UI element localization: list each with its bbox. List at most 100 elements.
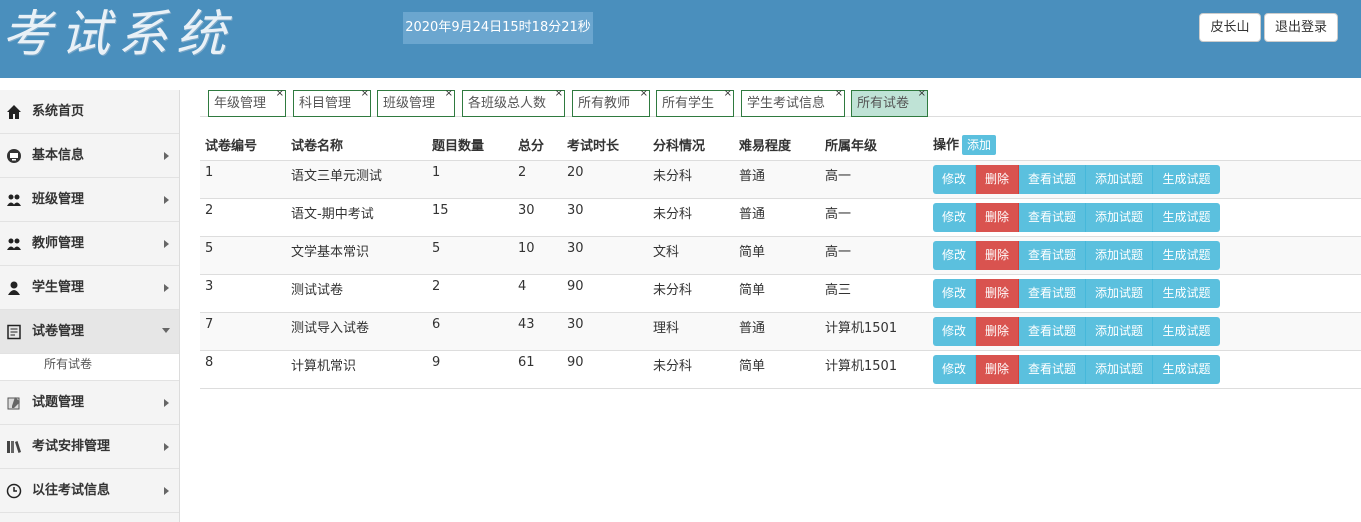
- sidebar-item-paper-management[interactable]: 试卷管理: [0, 310, 179, 354]
- close-icon[interactable]: ×: [555, 84, 563, 104]
- sidebar-item-past-exams[interactable]: 以往考试信息: [0, 469, 179, 513]
- action-button-group: 修改 删除 查看试题 添加试题 生成试题: [933, 202, 1220, 232]
- sidebar-item-student-management[interactable]: 学生管理: [0, 266, 179, 310]
- edit-button[interactable]: 修改: [933, 240, 976, 270]
- sidebar-subitem-all-papers[interactable]: 所有试卷: [0, 354, 179, 381]
- logout-button[interactable]: 退出登录: [1264, 13, 1338, 42]
- view-questions-button[interactable]: 查看试题: [1019, 240, 1086, 270]
- edit-button[interactable]: 修改: [933, 164, 976, 194]
- edit-button[interactable]: 修改: [933, 354, 976, 384]
- tab-label: 所有学生: [662, 96, 715, 111]
- sidebar: 系统首页 基本信息 班级管理 教师管理 学生管理 试卷管理 所有试卷 试题管理 …: [0, 90, 180, 522]
- generate-questions-button[interactable]: 生成试题: [1153, 240, 1220, 270]
- table-cell: 普通: [734, 312, 820, 351]
- tab-class-management[interactable]: 班级管理 ×: [377, 88, 455, 117]
- add-questions-button[interactable]: 添加试题: [1086, 240, 1153, 270]
- add-questions-button[interactable]: 添加试题: [1086, 278, 1153, 308]
- generate-questions-button[interactable]: 生成试题: [1153, 354, 1220, 384]
- view-questions-button[interactable]: 查看试题: [1019, 202, 1086, 232]
- table-cell: 简单: [734, 236, 820, 275]
- chevron-right-icon: [164, 284, 169, 292]
- tab-subject-management[interactable]: 科目管理 ×: [293, 88, 371, 117]
- delete-button[interactable]: 删除: [976, 278, 1019, 308]
- delete-button[interactable]: 删除: [976, 202, 1019, 232]
- view-questions-button[interactable]: 查看试题: [1019, 164, 1086, 194]
- table-cell: 15: [427, 198, 513, 237]
- sidebar-item-class-management[interactable]: 班级管理: [0, 178, 179, 222]
- table-cell: 61: [513, 350, 562, 389]
- delete-button[interactable]: 删除: [976, 164, 1019, 194]
- tab-all-students[interactable]: 所有学生 ×: [656, 88, 734, 117]
- chevron-right-icon: [164, 152, 169, 160]
- sidebar-item-label: 班级管理: [32, 192, 85, 207]
- add-questions-button[interactable]: 添加试题: [1086, 316, 1153, 346]
- monitor-icon: [7, 149, 21, 163]
- chevron-right-icon: [164, 240, 169, 248]
- add-questions-button[interactable]: 添加试题: [1086, 202, 1153, 232]
- sidebar-item-question-management[interactable]: 试题管理: [0, 381, 179, 425]
- edit-button[interactable]: 修改: [933, 316, 976, 346]
- sidebar-item-basic-info[interactable]: 基本信息: [0, 134, 179, 178]
- column-header: 难易程度: [734, 130, 820, 161]
- delete-button[interactable]: 删除: [976, 240, 1019, 270]
- close-icon[interactable]: ×: [276, 84, 284, 104]
- table-cell: 测试试卷: [286, 274, 427, 313]
- datetime-display: 2020年9月24日15时18分21秒: [403, 12, 593, 44]
- sidebar-item-label: 考试安排管理: [32, 439, 111, 454]
- table-cell: 43: [513, 312, 562, 351]
- add-questions-button[interactable]: 添加试题: [1086, 164, 1153, 194]
- books-icon: [7, 441, 21, 453]
- table-cell: 90: [562, 274, 648, 313]
- view-questions-button[interactable]: 查看试题: [1019, 316, 1086, 346]
- row-actions: 修改 删除 查看试题 添加试题 生成试题: [928, 350, 1361, 389]
- tab-label: 学生考试信息: [747, 96, 826, 111]
- close-icon[interactable]: ×: [445, 84, 453, 104]
- table-cell: 计算机常识: [286, 350, 427, 389]
- generate-questions-button[interactable]: 生成试题: [1153, 278, 1220, 308]
- close-icon[interactable]: ×: [918, 84, 926, 104]
- generate-questions-button[interactable]: 生成试题: [1153, 316, 1220, 346]
- tab-grade-management[interactable]: 年级管理 ×: [208, 88, 286, 117]
- table-cell: 1: [427, 160, 513, 199]
- close-icon[interactable]: ×: [835, 84, 843, 104]
- close-icon[interactable]: ×: [640, 84, 648, 104]
- action-button-group: 修改 删除 查看试题 添加试题 生成试题: [933, 240, 1220, 270]
- sidebar-item-home[interactable]: 系统首页: [0, 90, 179, 134]
- table-cell: 20: [562, 160, 648, 199]
- edit-button[interactable]: 修改: [933, 278, 976, 308]
- row-actions: 修改 删除 查看试题 添加试题 生成试题: [928, 198, 1361, 237]
- generate-questions-button[interactable]: 生成试题: [1153, 164, 1220, 194]
- paper-icon: [7, 324, 21, 340]
- table-cell: 高一: [820, 198, 928, 237]
- tab-class-totals[interactable]: 各班级总人数 ×: [462, 88, 565, 117]
- close-icon[interactable]: ×: [724, 84, 732, 104]
- delete-button[interactable]: 删除: [976, 316, 1019, 346]
- sidebar-item-label: 试题管理: [32, 395, 85, 410]
- column-header: 考试时长: [562, 130, 648, 161]
- table-cell: 普通: [734, 160, 820, 199]
- user-button[interactable]: 皮长山: [1199, 13, 1261, 42]
- table-cell: 高一: [820, 236, 928, 275]
- view-questions-button[interactable]: 查看试题: [1019, 278, 1086, 308]
- close-icon[interactable]: ×: [361, 84, 369, 104]
- chevron-right-icon: [164, 399, 169, 407]
- edit-button[interactable]: 修改: [933, 202, 976, 232]
- tab-label: 班级管理: [383, 96, 436, 111]
- add-paper-button[interactable]: 添加: [962, 135, 997, 156]
- view-questions-button[interactable]: 查看试题: [1019, 354, 1086, 384]
- sidebar-item-teacher-management[interactable]: 教师管理: [0, 222, 179, 266]
- sidebar-item-exam-schedule[interactable]: 考试安排管理: [0, 425, 179, 469]
- table-cell: 高一: [820, 160, 928, 199]
- tab-student-exam-info[interactable]: 学生考试信息 ×: [741, 88, 845, 117]
- tab-all-teachers[interactable]: 所有教师 ×: [572, 88, 650, 117]
- table-cell: 30: [562, 198, 648, 237]
- column-header: 试卷编号: [200, 130, 286, 161]
- table-cell: 30: [513, 198, 562, 237]
- tab-all-papers[interactable]: 所有试卷 ×: [851, 88, 928, 117]
- table-cell: 9: [427, 350, 513, 389]
- sidebar-item-label: 系统首页: [32, 104, 85, 119]
- delete-button[interactable]: 删除: [976, 354, 1019, 384]
- add-questions-button[interactable]: 添加试题: [1086, 354, 1153, 384]
- generate-questions-button[interactable]: 生成试题: [1153, 202, 1220, 232]
- teacher-icon: [7, 238, 21, 250]
